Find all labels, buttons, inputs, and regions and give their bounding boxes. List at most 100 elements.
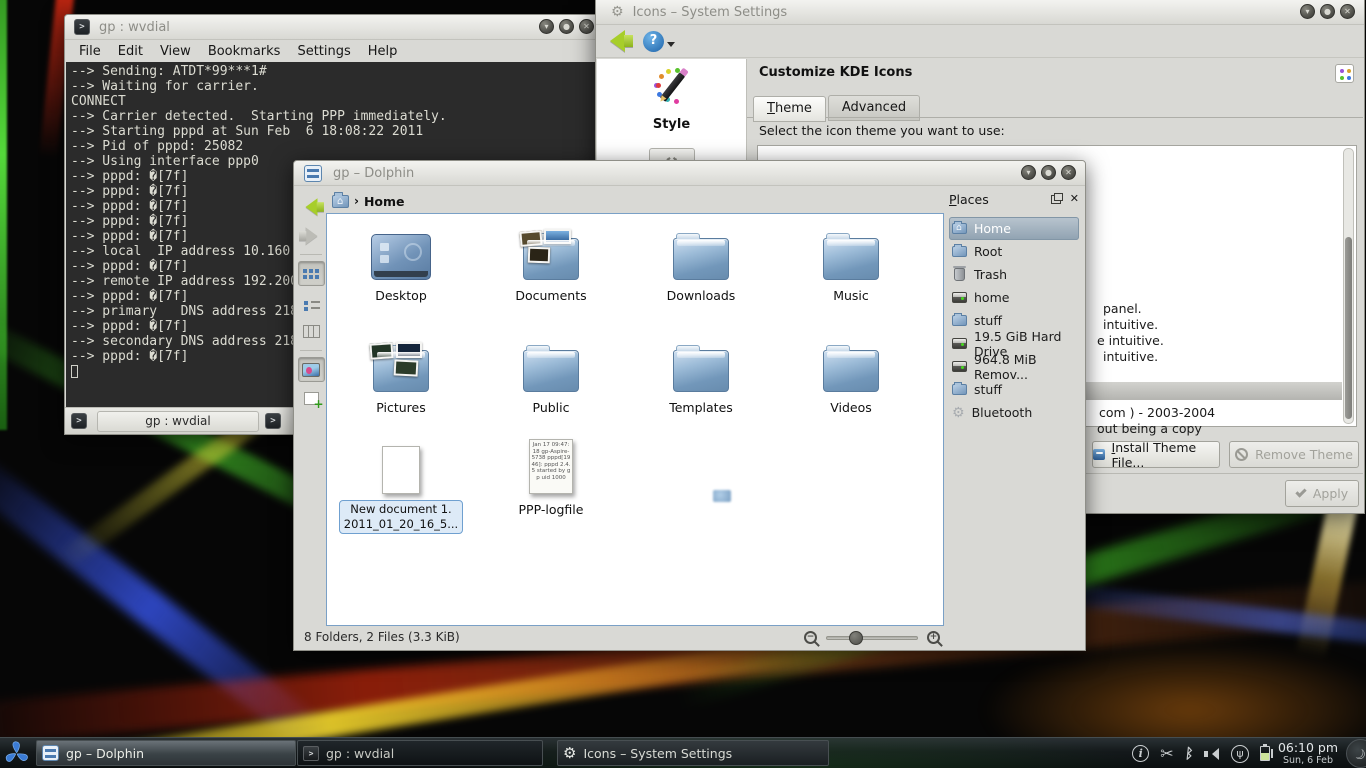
details-view-button[interactable] <box>298 290 325 315</box>
konsole-titlebar[interactable]: > gp : wvdial ▾ ● ✕ <box>65 15 603 40</box>
file-item-selected[interactable]: New document 1. 2011_01_20_16_5... <box>327 436 475 534</box>
terminal-line: --> Sending: ATDT*99***1# <box>71 64 597 79</box>
detach-panel-icon[interactable] <box>1051 195 1061 204</box>
zoom-slider-handle[interactable] <box>849 631 863 645</box>
places-item-removable[interactable]: 964.8 MiB Remov... <box>949 355 1079 378</box>
minimize-button[interactable]: ▾ <box>1300 4 1315 19</box>
file-item[interactable]: Jan 17 09:47:18 gp-Aspire-5738 pppd[1946… <box>477 436 625 517</box>
hard-drive-icon <box>952 292 967 303</box>
app-launcher-button[interactable] <box>3 740 30 767</box>
back-button[interactable] <box>610 30 625 52</box>
back-button[interactable] <box>298 194 325 219</box>
dolphin-icon <box>42 745 59 761</box>
zoom-out-icon[interactable]: − <box>804 631 817 644</box>
tab-theme[interactable]: Theme <box>753 96 826 122</box>
konsole-icon: > <box>74 19 90 35</box>
breadcrumb: ⌂ › Home <box>332 190 405 212</box>
theme-about-fragment: com ) - 2003-2004 <box>1099 405 1215 420</box>
split-view-button[interactable]: + <box>298 386 325 411</box>
device-notifier-icon[interactable]: ψ <box>1231 745 1249 763</box>
konsole-tab-label: gp : wvdial <box>145 414 210 428</box>
tab-list-button[interactable]: > <box>265 413 281 429</box>
menu-settings[interactable]: Settings <box>297 44 350 59</box>
install-theme-button[interactable]: Install Theme File... <box>1092 441 1220 468</box>
places-item-bluetooth[interactable]: ⚙ Bluetooth <box>949 401 1079 424</box>
task-system-settings[interactable]: ⚙ Icons – System Settings <box>557 740 829 766</box>
help-button[interactable]: ? <box>643 31 664 52</box>
preview-toggle-button[interactable] <box>298 357 325 382</box>
drag-artifact <box>713 490 731 502</box>
konsole-menubar: File Edit View Bookmarks Settings Help <box>65 40 603 62</box>
folder-icon <box>952 384 967 395</box>
zoom-slider[interactable] <box>826 636 918 640</box>
battery-icon[interactable] <box>1260 746 1270 761</box>
menu-help[interactable]: Help <box>368 44 398 59</box>
menu-edit[interactable]: Edit <box>118 44 143 59</box>
theme-about-fragment: out being a copy <box>1097 421 1202 436</box>
file-item[interactable]: Documents <box>477 222 625 303</box>
file-item[interactable]: Public <box>477 334 625 415</box>
file-item[interactable]: Templates <box>627 334 775 415</box>
zoom-in-icon[interactable]: + <box>927 631 940 644</box>
konsole-title: gp : wvdial <box>99 20 170 35</box>
minimize-button[interactable]: ▾ <box>1021 165 1036 180</box>
close-button[interactable]: ✕ <box>579 19 594 34</box>
clipboard-scissors-icon[interactable]: ✂ <box>1160 745 1173 763</box>
notifications-icon[interactable]: i <box>1132 745 1149 762</box>
scrollbar[interactable] <box>1343 148 1354 424</box>
settings-titlebar[interactable]: ⚙ Icons – System Settings ▾ ● ✕ <box>596 0 1364 25</box>
volume-icon[interactable] <box>1204 746 1220 762</box>
sidebar-item-style[interactable]: Style <box>597 117 746 132</box>
file-item[interactable]: Downloads <box>627 222 775 303</box>
forward-button[interactable] <box>298 223 325 248</box>
downloads-folder-icon <box>673 238 729 280</box>
close-panel-icon[interactable]: ✕ <box>1070 194 1079 204</box>
dolphin-window: gp – Dolphin ▾ ● ✕ ⌂ › Home + <box>293 160 1086 651</box>
menu-file[interactable]: File <box>79 44 101 59</box>
bluetooth-icon[interactable]: ᛒ <box>1184 745 1194 763</box>
close-button[interactable]: ✕ <box>1340 4 1355 19</box>
remove-theme-button[interactable]: Remove Theme <box>1229 441 1359 468</box>
file-item[interactable]: Desktop <box>327 222 475 303</box>
konsole-tab[interactable]: gp : wvdial <box>97 411 259 432</box>
columns-view-button[interactable] <box>298 319 325 344</box>
wallpaper-streak <box>1296 497 1359 660</box>
menu-bookmarks[interactable]: Bookmarks <box>208 44 281 59</box>
maximize-button[interactable]: ● <box>1320 4 1335 19</box>
apply-button[interactable]: Apply <box>1285 480 1359 507</box>
places-item-root[interactable]: Root <box>949 240 1079 263</box>
task-dolphin[interactable]: gp – Dolphin <box>36 740 296 766</box>
new-tab-button[interactable]: > <box>71 413 87 429</box>
file-item[interactable]: Videos <box>777 334 925 415</box>
maximize-button[interactable]: ● <box>559 19 574 34</box>
places-item-home-partition[interactable]: home <box>949 286 1079 309</box>
pictures-folder-icon <box>373 350 429 392</box>
task-konsole[interactable]: > gp : wvdial <box>297 740 543 766</box>
style-icon[interactable] <box>650 69 694 109</box>
file-view[interactable]: Desktop Documents Downloads Music Pictur… <box>326 213 944 626</box>
terminal-line: --> Carrier detected. Starting PPP immed… <box>71 109 597 124</box>
scrollbar-thumb[interactable] <box>1345 237 1352 419</box>
places-item-trash[interactable]: Trash <box>949 263 1079 286</box>
system-tray: i ✂ ᛒ ψ <box>1132 738 1270 768</box>
dolphin-titlebar[interactable]: gp – Dolphin ▾ ● ✕ <box>294 161 1085 186</box>
dolphin-toolbar: + <box>296 192 326 623</box>
taskbar: gp – Dolphin > gp : wvdial ⚙ Icons – Sys… <box>0 737 1366 768</box>
file-item[interactable]: Music <box>777 222 925 303</box>
clock[interactable]: 06:10 pm Sun, 6 Feb <box>1275 740 1341 766</box>
maximize-button[interactable]: ● <box>1041 165 1056 180</box>
close-button[interactable]: ✕ <box>1061 165 1076 180</box>
panel-toolbox-icon[interactable]: ☾ <box>1346 739 1366 768</box>
help-dropdown-caret[interactable] <box>667 42 675 51</box>
minimize-button[interactable]: ▾ <box>539 19 554 34</box>
places-item-home[interactable]: ⌂ Home <box>949 217 1079 240</box>
removable-drive-icon <box>952 361 967 372</box>
breadcrumb-home[interactable]: Home <box>364 194 405 209</box>
home-folder-icon[interactable]: ⌂ <box>332 195 349 208</box>
terminal-line: CONNECT <box>71 94 597 109</box>
icons-view-button[interactable] <box>298 261 325 286</box>
page-title: Customize KDE Icons <box>759 65 912 80</box>
file-item[interactable]: Pictures <box>327 334 475 415</box>
public-folder-icon <box>523 350 579 392</box>
menu-view[interactable]: View <box>160 44 191 59</box>
